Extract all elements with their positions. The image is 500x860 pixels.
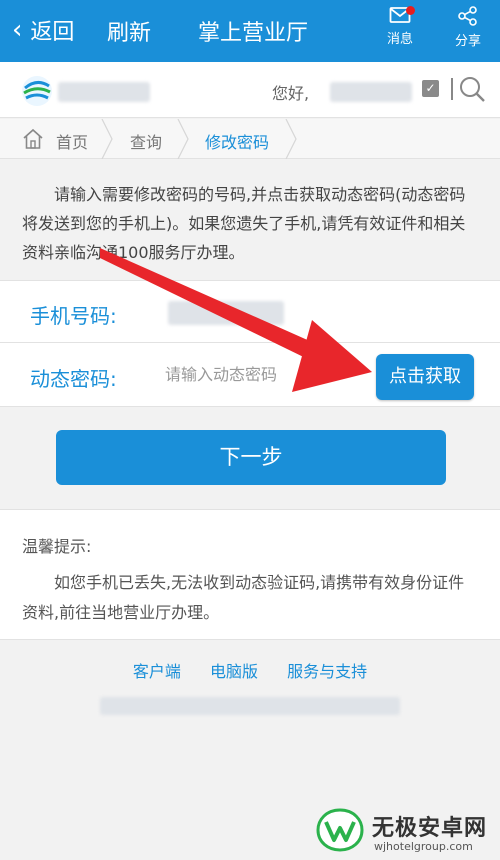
dynamic-password-input[interactable] <box>165 359 365 389</box>
notification-dot <box>406 6 415 15</box>
blurred-footer-text <box>100 697 400 715</box>
home-icon[interactable] <box>22 128 44 150</box>
breadcrumb-separator-icon <box>177 119 189 159</box>
breadcrumb-query[interactable]: 查询 <box>130 129 162 153</box>
watermark-url: wjhotelgroup.com <box>374 840 473 853</box>
footer-link-support[interactable]: 服务与支持 <box>287 662 367 681</box>
china-mobile-logo <box>22 76 52 106</box>
breadcrumb-home[interactable]: 首页 <box>56 129 88 153</box>
blurred-phone-number <box>168 301 284 325</box>
messages-label: 消息 <box>386 32 413 47</box>
blurred-username <box>330 82 412 102</box>
watermark-logo <box>316 808 364 852</box>
breadcrumb: 首页 查询 修改密码 <box>0 119 500 159</box>
search-icon[interactable] <box>448 74 488 104</box>
tips-body: 如您手机已丢失,无法收到动态验证码,请携带有效身份证件资料,前往当地营业厅办理。 <box>22 573 465 622</box>
back-button[interactable]: ‹ 返回 <box>12 14 74 46</box>
phone-number-row: 手机号码: <box>0 280 500 343</box>
watermark-name: 无极安卓网 <box>372 816 488 841</box>
back-label: 返回 <box>30 20 75 45</box>
footer-links: 客户端 电脑版 服务与支持 <box>0 658 500 682</box>
dynamic-password-label: 动态密码: <box>30 367 117 391</box>
instruction-text: 请输入需要修改密码的号码,并点击获取动态密码(动态密码将发送到您的手机上)。如果… <box>22 185 466 262</box>
refresh-button[interactable]: 刷新 <box>107 15 151 47</box>
page-title: 掌上营业厅 <box>198 21 309 46</box>
get-code-button[interactable]: 点击获取 <box>376 354 474 400</box>
check-icon[interactable]: ✓ <box>422 80 439 97</box>
breadcrumb-separator-icon <box>285 119 297 159</box>
breadcrumb-separator-icon <box>101 119 113 159</box>
footer-link-desktop[interactable]: 电脑版 <box>210 662 258 681</box>
instruction-text-block: 请输入需要修改密码的号码,并点击获取动态密码(动态密码将发送到您的手机上)。如果… <box>0 160 500 278</box>
footer-link-client[interactable]: 客户端 <box>133 662 181 681</box>
breadcrumb-current: 修改密码 <box>205 133 270 152</box>
chevron-left-icon: ‹ <box>12 15 23 45</box>
blurred-brand-name <box>58 82 150 102</box>
share-button[interactable]: 分享 <box>443 6 493 49</box>
messages-button[interactable]: 消息 <box>375 6 425 47</box>
tips-section: 温馨提示: 如您手机已丢失,无法收到动态验证码,请携带有效身份证件资料,前往当地… <box>0 509 500 640</box>
share-icon <box>458 6 477 26</box>
phone-number-label: 手机号码: <box>30 304 117 328</box>
greeting-text: 您好, <box>272 84 310 103</box>
tips-title: 温馨提示: <box>22 537 92 556</box>
top-bar: ‹ 返回 刷新 掌上营业厅 消息 分享 <box>0 0 500 62</box>
share-label: 分享 <box>454 34 481 49</box>
next-step-button[interactable]: 下一步 <box>56 430 446 485</box>
watermark: 无极安卓网 wjhotelgroup.com <box>316 804 500 860</box>
